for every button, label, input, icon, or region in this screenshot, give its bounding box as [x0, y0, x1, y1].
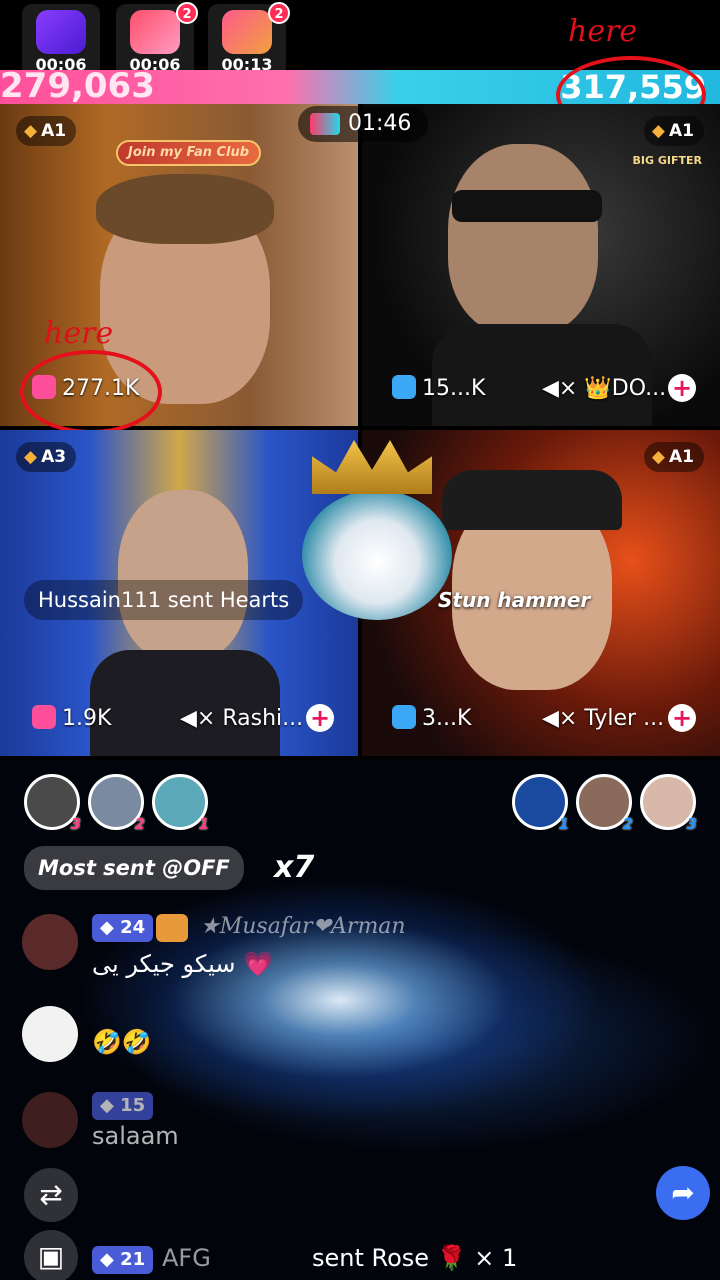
camera-icon: [32, 705, 56, 729]
chat-text: sent Rose 🌹 × 1: [312, 1244, 518, 1272]
annotation-here-top: here: [568, 14, 638, 49]
host-shirt: [90, 650, 280, 756]
fan-badge-icon: [156, 914, 188, 942]
timer-card-3[interactable]: 00:13 2: [208, 2, 290, 80]
annotation-circle-left: [20, 350, 162, 434]
joker-sticker: [302, 490, 452, 620]
chat-message: ◆ 24 ★Musafar❤Arman سیکو جیکر یی 💗: [22, 914, 662, 984]
tile-stat: 1.9K: [32, 704, 111, 734]
camera-icon: [392, 705, 416, 729]
chat-text: salaam: [92, 1122, 179, 1150]
battle-countdown: 01:46: [348, 111, 412, 136]
diamond-icon: ◆: [651, 121, 665, 141]
level-badge: ◆ 24: [92, 914, 154, 942]
level-badge: ◆ 15: [92, 1092, 154, 1120]
avatar[interactable]: [22, 1006, 78, 1062]
chat-message: ◆ 21 AFG sent Rose 🌹 × 1: [22, 1244, 662, 1278]
follow-button[interactable]: +: [668, 704, 696, 732]
level-badge: ◆ 21: [92, 1246, 154, 1274]
diamond-icon: ◆: [24, 447, 38, 467]
diamond-icon: ◆: [24, 121, 38, 141]
follow-button[interactable]: +: [306, 704, 334, 732]
top-gifter-right-2[interactable]: 2: [576, 774, 633, 833]
annotation-here-left: here: [44, 316, 114, 351]
top-gifter-right-3[interactable]: 3: [640, 774, 697, 833]
chat-message: ◆ 15 salaam: [22, 1092, 662, 1152]
muted-speaker-icon: ◀×: [542, 376, 578, 401]
notification-badge: 2: [268, 2, 290, 24]
most-sent-count: x7: [274, 850, 315, 885]
camera-icon: [392, 375, 416, 399]
share-icon[interactable]: ➦: [656, 1166, 710, 1220]
diamond-icon: ◆: [651, 447, 665, 467]
follow-button[interactable]: +: [668, 374, 696, 402]
rank-badge: ◆ A1: [643, 116, 704, 146]
top-gifter-left-3[interactable]: 1: [152, 774, 209, 833]
muted-speaker-icon: ◀×: [542, 706, 578, 731]
host-hair: [96, 174, 274, 244]
lightning-icon: [36, 10, 86, 54]
muted-speaker-icon: ◀×: [180, 706, 216, 731]
versus-icon: [310, 113, 340, 135]
rank-badge: ◆ A1: [16, 116, 77, 146]
tile-stat: 15...K: [392, 374, 485, 404]
chat-text: سیکو جیکر یی 💗: [92, 950, 274, 978]
chat-message: 🤣🤣: [22, 1006, 662, 1066]
host-cap: [442, 470, 622, 530]
tile-stat: 3...K: [392, 704, 471, 734]
gift-name-label: Stun hammer: [438, 588, 591, 612]
chat-username[interactable]: ★Musafar❤Arman: [200, 914, 406, 939]
mute-indicator: ◀× Rashi...: [180, 706, 304, 731]
guest-tile-2[interactable]: ◆ A1 BIG GIFTER 15...K ◀× 👑DO... +: [362, 104, 720, 426]
top-gifter-right-1[interactable]: 1: [512, 774, 569, 833]
avatar[interactable]: [22, 914, 78, 970]
top-gifter-left-1[interactable]: 3: [24, 774, 81, 833]
chat-username[interactable]: AFG: [162, 1244, 211, 1272]
rank-badge: ◆ A3: [16, 442, 77, 472]
gift-box-icon: [130, 10, 180, 54]
repost-icon[interactable]: ⇄: [24, 1168, 78, 1222]
most-sent-pill: Most sent @OFF: [24, 846, 244, 890]
left-team-score: 279,063: [0, 66, 155, 106]
chat-text: 🤣🤣: [92, 1028, 152, 1056]
mute-indicator: ◀× 👑DO...: [542, 376, 667, 401]
treasure-chest-icon: [222, 10, 272, 54]
host-face: [448, 144, 598, 334]
sunglasses: [452, 190, 602, 222]
notification-badge: 2: [176, 2, 198, 24]
battle-timer: 01:46: [298, 106, 428, 142]
gift-notification: Hussain111 sent Hearts: [24, 580, 304, 620]
avatar[interactable]: [22, 1092, 78, 1148]
rank-badge: ◆ A1: [643, 442, 704, 472]
mute-indicator: ◀× Tyler ...: [542, 706, 665, 731]
top-gifter-left-2[interactable]: 2: [88, 774, 145, 833]
gifter-tag: BIG GIFTER: [632, 154, 702, 167]
fan-club-button[interactable]: Join my Fan Club: [116, 140, 262, 166]
host-face: [118, 490, 248, 660]
